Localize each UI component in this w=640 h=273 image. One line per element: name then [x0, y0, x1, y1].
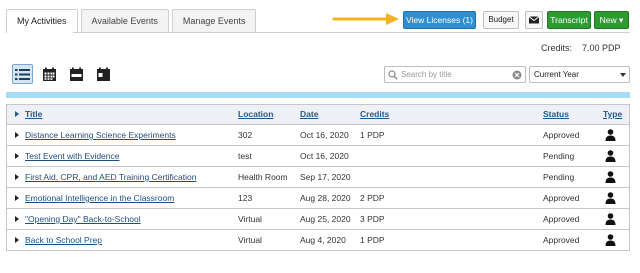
row-status: Approved	[543, 130, 580, 140]
expand-row-icon[interactable]	[15, 216, 19, 222]
person-icon	[605, 234, 616, 246]
expand-row-icon[interactable]	[15, 132, 19, 138]
info-bar	[6, 92, 630, 98]
expand-row-icon[interactable]	[15, 237, 19, 243]
tab-bar: My Activities Available Events Manage Ev…	[6, 9, 257, 33]
calendar-week-button[interactable]	[66, 64, 87, 84]
row-title-link[interactable]: Back to School Prep	[25, 230, 102, 250]
row-date: Aug 4, 2020	[300, 235, 346, 245]
row-date: Oct 16, 2020	[300, 151, 349, 161]
table-header: Title Location Date Credits Status Type	[7, 105, 629, 124]
person-icon	[605, 213, 616, 225]
row-date: Oct 16, 2020	[300, 130, 349, 140]
row-title-link[interactable]: Test Event with Evidence	[25, 146, 120, 166]
column-header-status[interactable]: Status	[543, 105, 569, 124]
person-icon	[605, 129, 616, 141]
arrow-pointer-icon	[332, 13, 399, 25]
row-title-link[interactable]: Distance Learning Science Experiments	[25, 125, 176, 145]
search-input[interactable]	[401, 68, 509, 81]
transcript-button[interactable]: Transcript	[547, 11, 591, 29]
person-icon	[605, 192, 616, 204]
row-status: Pending	[543, 151, 575, 161]
row-location: test	[238, 151, 252, 161]
column-header-date[interactable]: Date	[300, 105, 318, 124]
person-icon	[605, 171, 616, 183]
calendar-month-icon	[43, 67, 56, 81]
view-licenses-button[interactable]: View Licenses (1)	[403, 11, 476, 29]
row-credits: 3 PDP	[360, 214, 385, 224]
chevron-down-icon	[620, 73, 626, 77]
email-button[interactable]	[525, 11, 543, 29]
row-title-link[interactable]: First Aid, CPR, and AED Training Certifi…	[25, 167, 197, 187]
column-header-location[interactable]: Location	[238, 105, 273, 124]
tab-available-events[interactable]: Available Events	[80, 9, 169, 33]
row-credits: 1 PDP	[360, 235, 385, 245]
tab-my-activities[interactable]: My Activities	[6, 9, 78, 33]
clear-search-icon[interactable]	[512, 70, 522, 80]
table-row: Emotional Intelligence in the Classroom …	[7, 187, 629, 208]
row-date: Aug 28, 2020	[300, 193, 351, 203]
credits-value: 7.00 PDP	[582, 43, 621, 53]
expand-all-icon[interactable]	[15, 111, 19, 117]
row-date: Sep 17, 2020	[300, 172, 351, 182]
row-status: Approved	[543, 214, 580, 224]
expand-row-icon[interactable]	[15, 153, 19, 159]
row-status: Approved	[543, 193, 580, 203]
calendar-month-button[interactable]	[39, 64, 60, 84]
row-credits: 2 PDP	[360, 193, 385, 203]
year-filter-select[interactable]: Current Year	[529, 66, 630, 83]
row-title-link[interactable]: Emotional Intelligence in the Classroom	[25, 188, 174, 208]
budget-button[interactable]: Budget	[483, 11, 519, 29]
tab-manage-events[interactable]: Manage Events	[171, 9, 257, 33]
column-header-title[interactable]: Title	[25, 105, 42, 124]
row-location: 302	[238, 130, 253, 140]
row-location: 123	[238, 193, 253, 203]
column-header-type[interactable]: Type	[603, 105, 622, 124]
calendar-day-icon	[97, 67, 110, 81]
row-title-link[interactable]: "Opening Day" Back-to-School	[25, 209, 141, 229]
new-button[interactable]: New ▾	[594, 11, 629, 29]
row-location: Virtual	[238, 214, 262, 224]
activities-table: Title Location Date Credits Status Type …	[6, 104, 630, 251]
table-row: Distance Learning Science Experiments 30…	[7, 124, 629, 145]
calendar-week-icon	[70, 67, 83, 81]
expand-row-icon[interactable]	[15, 174, 19, 180]
table-row: Test Event with Evidence test Oct 16, 20…	[7, 145, 629, 166]
row-date: Aug 25, 2020	[300, 214, 351, 224]
row-status: Pending	[543, 172, 575, 182]
list-view-button[interactable]	[12, 64, 33, 84]
calendar-day-button[interactable]	[93, 64, 114, 84]
envelope-icon	[528, 16, 540, 24]
table-row: First Aid, CPR, and AED Training Certifi…	[7, 166, 629, 187]
search-icon	[388, 70, 398, 80]
year-filter-value: Current Year	[534, 70, 579, 79]
table-row: "Opening Day" Back-to-School Virtual Aug…	[7, 208, 629, 229]
row-status: Approved	[543, 235, 580, 245]
expand-row-icon[interactable]	[15, 195, 19, 201]
row-location: Virtual	[238, 235, 262, 245]
credits-label: Credits:	[541, 43, 573, 53]
column-header-credits[interactable]: Credits	[360, 105, 389, 124]
search-box	[384, 66, 526, 83]
row-credits: 1 PDP	[360, 130, 385, 140]
person-icon	[605, 150, 616, 162]
list-view-icon	[15, 68, 30, 80]
tab-divider	[6, 32, 630, 33]
row-location: Health Room	[238, 172, 288, 182]
table-row: Back to School Prep Virtual Aug 4, 2020 …	[7, 229, 629, 250]
